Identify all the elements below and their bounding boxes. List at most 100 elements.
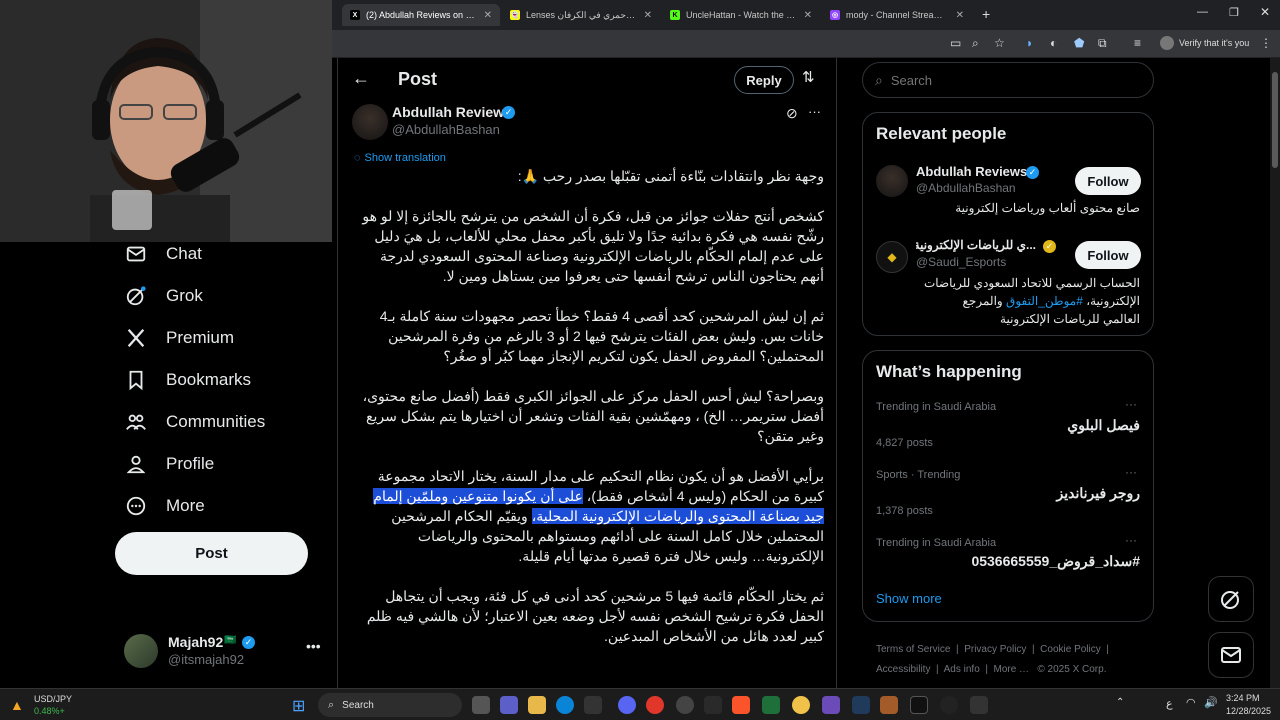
tab-abdullah-reviews[interactable]: X (2) Abdullah Reviews on X: "وجه ✕ <box>342 4 500 26</box>
ellipsis-icon[interactable]: ••• <box>306 638 321 654</box>
tab-kick[interactable]: K UncleHattan - Watch the VOD ✕ <box>662 4 820 26</box>
cast-icon[interactable]: ▭ <box>950 36 961 50</box>
nav-profile[interactable]: Profile <box>124 452 214 476</box>
excel-icon[interactable] <box>762 696 780 714</box>
volume-icon[interactable]: 🔊 <box>1204 696 1218 709</box>
footer-link[interactable]: Privacy Policy <box>964 644 1026 655</box>
language-indicator[interactable]: ع <box>1166 697 1173 710</box>
trend-item[interactable]: Trending in Saudi Arabia ··· فيصل البلوي… <box>863 395 1153 461</box>
messages-fab-button[interactable] <box>1208 632 1254 678</box>
app-icon[interactable] <box>852 696 870 714</box>
windows-start-icon[interactable]: ⊞ <box>292 696 305 716</box>
nav-grok[interactable]: Grok <box>124 284 203 308</box>
restore-button[interactable]: ❐ <box>1229 6 1239 19</box>
copilot-icon[interactable] <box>500 696 518 714</box>
grok-fab-button[interactable] <box>1208 576 1254 622</box>
zoom-icon[interactable]: ⌕ <box>972 36 979 51</box>
nav-more[interactable]: More <box>124 494 205 518</box>
avatar[interactable]: ◆ <box>876 241 908 273</box>
close-icon[interactable]: ✕ <box>644 10 652 21</box>
author-avatar[interactable] <box>352 104 388 140</box>
close-window-button[interactable]: ✕ <box>1260 5 1270 19</box>
playlist-icon[interactable]: ≡ <box>1134 36 1141 50</box>
tiktok-icon[interactable] <box>910 696 928 714</box>
close-icon[interactable]: ✕ <box>484 10 492 21</box>
app-icon[interactable] <box>880 696 898 714</box>
clock-time[interactable]: 3:24 PM <box>1226 693 1260 703</box>
close-icon[interactable]: ✕ <box>804 10 812 21</box>
tweet-paragraph: وجهة نظر وانتقادات بنّاءة أتمنى تقبّلها … <box>517 168 824 184</box>
show-more-link[interactable]: Show more <box>876 591 942 606</box>
author-name[interactable]: Abdullah Reviews <box>392 104 512 120</box>
wifi-icon[interactable]: ◠ <box>1186 696 1196 709</box>
minimize-button[interactable]: — <box>1197 6 1208 18</box>
kebab-menu-icon[interactable]: ⋮ <box>1260 36 1272 50</box>
edge-icon[interactable] <box>556 696 574 714</box>
follow-button[interactable]: Follow <box>1075 167 1141 195</box>
search-icon: ⌕ <box>328 698 335 711</box>
footer-link[interactable]: Ads info <box>944 664 980 675</box>
hashtag-link[interactable]: #موطن_التفوق <box>1006 294 1083 308</box>
filter-icon[interactable]: ⇅ <box>802 68 815 86</box>
ellipsis-icon[interactable]: ··· <box>808 104 821 119</box>
file-explorer-icon[interactable] <box>528 696 546 714</box>
app-icon[interactable] <box>704 696 722 714</box>
author-handle[interactable]: @AbdullahBashan <box>392 122 500 137</box>
person-handle[interactable]: @Saudi_Esports <box>916 255 1006 269</box>
footer-link[interactable]: Terms of Service <box>876 644 950 655</box>
store-icon[interactable] <box>584 696 602 714</box>
ticker-label[interactable]: USD/JPY <box>34 694 72 704</box>
ellipsis-icon[interactable]: ··· <box>1125 465 1137 479</box>
nav-premium[interactable]: Premium <box>124 326 234 350</box>
person-handle[interactable]: @AbdullahBashan <box>916 181 1016 195</box>
close-icon[interactable]: ✕ <box>956 10 964 21</box>
grok-icon[interactable]: ⊘ <box>786 105 798 122</box>
chrome-icon[interactable] <box>646 696 664 714</box>
trend-item[interactable]: Trending in Saudi Arabia ··· #سداد_قروض_… <box>863 531 1153 583</box>
show-translation-link[interactable]: ◌ Show translation <box>354 152 446 164</box>
app-icon[interactable] <box>940 696 958 714</box>
profile-avatar[interactable] <box>1160 36 1174 50</box>
puzzle-icon[interactable]: ⧉ <box>1098 36 1107 51</box>
obs-icon[interactable] <box>676 696 694 714</box>
search-input[interactable] <box>890 72 1111 88</box>
search-box[interactable]: ⌕ <box>862 62 1154 98</box>
account-name: Majah92 <box>168 634 224 650</box>
scrollbar-thumb[interactable] <box>1272 72 1278 168</box>
chevron-up-icon[interactable]: ⌃ <box>1116 697 1124 708</box>
footer-link[interactable]: Cookie Policy <box>1040 644 1101 655</box>
extension-icon[interactable]: ◐ <box>1050 36 1057 50</box>
back-arrow-icon[interactable]: ← <box>352 68 370 89</box>
brave-icon[interactable] <box>732 696 750 714</box>
taskbar-search[interactable]: ⌕ Search <box>318 693 462 717</box>
reply-button[interactable]: Reply <box>734 66 794 94</box>
clock-date[interactable]: 12/28/2025 <box>1226 706 1271 716</box>
account-switcher[interactable]: Majah92 🇸🇦 ✓ @itsmajah92 ••• <box>124 634 334 670</box>
tab-snapchat[interactable]: 👻 Lenses علي | الاحمري في الكرفان ✕ <box>502 4 660 26</box>
nav-communities[interactable]: Communities <box>124 410 265 434</box>
profile-verify-label[interactable]: Verify that it's you <box>1179 38 1249 48</box>
task-view-icon[interactable] <box>472 696 490 714</box>
footer-link[interactable]: Accessibility <box>876 664 930 675</box>
page-scrollbar[interactable] <box>1270 58 1280 688</box>
discord-icon[interactable] <box>618 696 636 714</box>
footer-link[interactable]: More … <box>994 664 1030 675</box>
post-button[interactable]: Post <box>115 532 308 575</box>
new-tab-button[interactable]: + <box>982 6 990 22</box>
person-name[interactable]: ...ي للرياضات الإلكترونية <box>916 238 1036 252</box>
ellipsis-icon[interactable]: ··· <box>1125 397 1137 411</box>
trend-item[interactable]: Sports · Trending ··· روجر فيرنانديز 1,3… <box>863 463 1153 529</box>
app-icon[interactable] <box>970 696 988 714</box>
avatar[interactable] <box>876 165 908 197</box>
star-icon[interactable]: ☆ <box>994 36 1005 50</box>
app-icon[interactable] <box>792 696 810 714</box>
nav-chat[interactable]: Chat <box>124 242 202 266</box>
ellipsis-icon[interactable]: ··· <box>1125 533 1137 547</box>
extension-audio-icon[interactable]: ◗ <box>1026 36 1033 50</box>
extension-shield-icon[interactable]: ⬟ <box>1074 36 1084 50</box>
nav-bookmarks[interactable]: Bookmarks <box>124 368 251 392</box>
app-icon[interactable] <box>822 696 840 714</box>
follow-button[interactable]: Follow <box>1075 241 1141 269</box>
person-name[interactable]: Abdullah Reviews <box>916 164 1027 179</box>
tab-kick-mody[interactable]: ◎ mody - Channel Streams on Ki ✕ <box>822 4 972 26</box>
